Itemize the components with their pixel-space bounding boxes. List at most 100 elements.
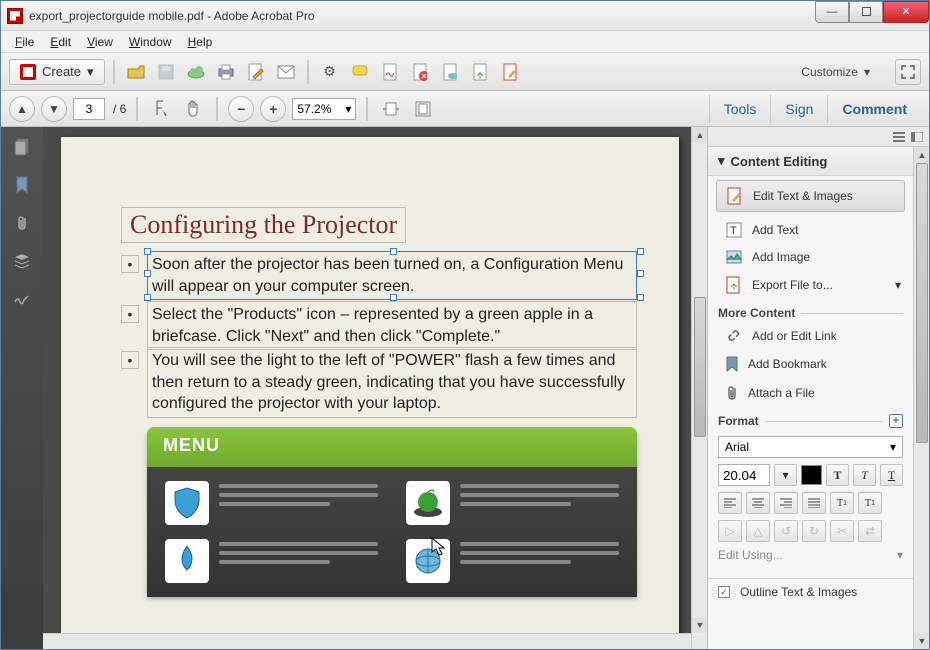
font-family-select[interactable]: Arial ▾: [718, 436, 903, 458]
italic-button[interactable]: T: [853, 464, 876, 486]
scroll-down-arrow[interactable]: ▼: [692, 617, 707, 633]
create-button[interactable]: Create ▾: [9, 59, 105, 85]
scroll-up-arrow[interactable]: ▲: [692, 127, 707, 143]
doc-cloud-icon[interactable]: [437, 59, 463, 85]
vertical-scrollbar[interactable]: ▲ ▼: [691, 127, 707, 649]
align-left-button[interactable]: [718, 492, 742, 514]
underline-button[interactable]: T: [880, 464, 903, 486]
save-icon[interactable]: [153, 59, 179, 85]
bullet-1: •: [121, 255, 139, 273]
add-text-item[interactable]: T Add Text: [708, 216, 913, 244]
flip-v-button[interactable]: △: [746, 520, 770, 542]
subscript-button[interactable]: T1: [858, 492, 882, 514]
gear-icon[interactable]: ⚙: [317, 59, 343, 85]
horizontal-scrollbar[interactable]: [43, 633, 691, 649]
zoom-in-button[interactable]: +: [260, 96, 286, 122]
selection-handle[interactable]: [144, 248, 151, 255]
align-center-button[interactable]: [746, 492, 770, 514]
rotate-ccw-button[interactable]: ↺: [774, 520, 798, 542]
scroll-thumb[interactable]: [694, 297, 706, 437]
delete-doc-icon[interactable]: [407, 59, 433, 85]
document-viewport[interactable]: Configuring the Projector • Soon after t…: [43, 127, 707, 649]
edit-doc-icon[interactable]: [243, 59, 269, 85]
panel-collapse-icon[interactable]: [911, 132, 923, 142]
hand-tool-icon[interactable]: [180, 96, 206, 122]
separator: [307, 60, 309, 84]
caret-down-icon: ▾: [718, 153, 725, 169]
doc-edit-icon[interactable]: [497, 59, 523, 85]
selection-handle[interactable]: [637, 248, 644, 255]
font-color-swatch[interactable]: [801, 465, 822, 485]
outline-checkbox-row[interactable]: ✓ Outline Text & Images: [708, 578, 913, 605]
select-tool-icon[interactable]: [148, 96, 174, 122]
menu-window[interactable]: Window: [121, 33, 180, 51]
fit-width-icon[interactable]: [378, 96, 404, 122]
edit-text-images-item[interactable]: Edit Text & Images: [716, 180, 905, 212]
sign-link[interactable]: Sign: [770, 95, 827, 123]
bold-button[interactable]: T: [826, 464, 849, 486]
print-icon[interactable]: [213, 59, 239, 85]
fullscreen-button[interactable]: [895, 59, 921, 85]
selection-handle[interactable]: [637, 294, 644, 301]
menu-edit[interactable]: Edit: [42, 33, 79, 51]
add-image-item[interactable]: Add Image: [708, 244, 913, 270]
zoom-value: 57.2%: [297, 102, 331, 116]
menu-view[interactable]: View: [79, 33, 121, 51]
layers-icon[interactable]: [12, 251, 32, 271]
page-number-input[interactable]: [73, 98, 105, 120]
crop-button[interactable]: ✂: [830, 520, 854, 542]
page-up-button[interactable]: ▲: [9, 96, 35, 122]
sign-doc-icon[interactable]: [377, 59, 403, 85]
selection-handle[interactable]: [144, 294, 151, 301]
cloud-icon[interactable]: [183, 59, 209, 85]
font-size-input[interactable]: [718, 464, 770, 486]
tools-link[interactable]: Tools: [709, 95, 771, 123]
paragraph-1-selected[interactable]: Soon after the projector has been turned…: [147, 251, 637, 300]
comment-icon[interactable]: [347, 59, 373, 85]
menu-file[interactable]: File: [7, 33, 42, 51]
align-right-button[interactable]: [774, 492, 798, 514]
signatures-icon[interactable]: [12, 289, 32, 309]
add-link-item[interactable]: Add or Edit Link: [708, 322, 913, 350]
replace-button[interactable]: ⇄: [858, 520, 882, 542]
edit-using-label[interactable]: Edit Using...: [718, 548, 893, 562]
export-file-item[interactable]: Export File to... ▾: [708, 270, 913, 300]
comment-link[interactable]: Comment: [827, 95, 921, 123]
zoom-out-button[interactable]: −: [228, 96, 254, 122]
rotate-cw-button[interactable]: ↻: [802, 520, 826, 542]
page-down-button[interactable]: ▼: [41, 96, 67, 122]
superscript-button[interactable]: T1: [830, 492, 854, 514]
attachment-icon[interactable]: [12, 213, 32, 233]
embedded-menu-image[interactable]: MENU: [147, 427, 637, 597]
maximize-button[interactable]: [849, 1, 883, 23]
fit-page-icon[interactable]: [410, 96, 436, 122]
content-editing-section[interactable]: ▾ Content Editing: [708, 147, 913, 176]
paragraph-2[interactable]: Select the "Products" icon – represented…: [147, 301, 637, 350]
add-bookmark-item[interactable]: Add Bookmark: [708, 350, 913, 378]
customize-button[interactable]: Customize ▾: [790, 60, 881, 84]
panel-scroll-thumb[interactable]: [916, 163, 928, 443]
zoom-select[interactable]: 57.2% ▾: [292, 98, 356, 120]
attach-file-item[interactable]: Attach a File: [708, 378, 913, 408]
doc-share-icon[interactable]: [467, 59, 493, 85]
panel-menu-icon[interactable]: [893, 132, 905, 142]
heading-text[interactable]: Configuring the Projector: [121, 207, 406, 243]
paragraph-3[interactable]: You will see the light to the left of "P…: [147, 347, 637, 418]
open-icon[interactable]: [123, 59, 149, 85]
flip-h-button[interactable]: ▷: [718, 520, 742, 542]
outline-checkbox[interactable]: ✓: [718, 586, 730, 598]
font-size-caret[interactable]: ▾: [774, 464, 797, 486]
menu-help[interactable]: Help: [180, 33, 221, 51]
bookmark-icon[interactable]: [12, 175, 32, 195]
close-button[interactable]: ✕: [883, 1, 929, 23]
pages-thumb-icon[interactable]: [12, 137, 32, 157]
selection-handle[interactable]: [144, 270, 151, 277]
selection-handle[interactable]: [390, 294, 397, 301]
minimize-button[interactable]: —: [815, 1, 849, 23]
selection-handle[interactable]: [390, 248, 397, 255]
panel-scrollbar[interactable]: ▲ ▼: [913, 147, 929, 649]
align-justify-button[interactable]: [802, 492, 826, 514]
format-add-button[interactable]: +: [889, 414, 903, 428]
mail-icon[interactable]: [273, 59, 299, 85]
selection-handle[interactable]: [637, 270, 644, 277]
